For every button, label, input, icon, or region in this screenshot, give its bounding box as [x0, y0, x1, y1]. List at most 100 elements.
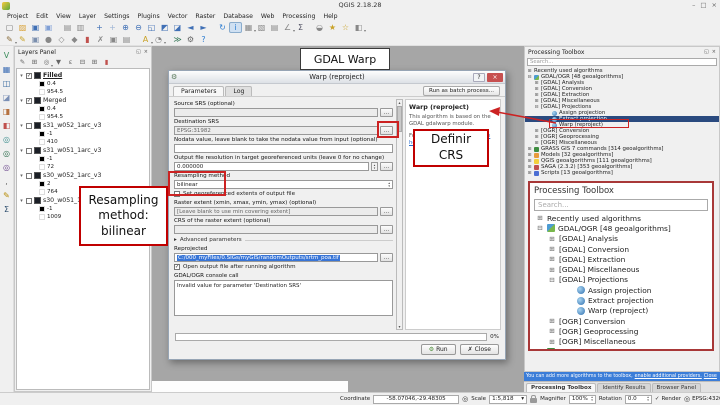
deselect-features-icon[interactable]: ▧ [255, 22, 268, 33]
resolution-browse-button[interactable]: ... [380, 162, 393, 171]
menu-item[interactable]: Edit [32, 13, 52, 20]
output-path-input[interactable]: C:/000_myFiles/0.SIGs/myGIS/randomOutput… [174, 253, 378, 262]
console-call-text[interactable]: Invalid value for parameter 'Destination… [174, 280, 393, 316]
processing-options-icon[interactable]: ⚙ [184, 34, 197, 45]
annotation-icon[interactable]: ◧ [352, 22, 365, 33]
add-wms-layer-icon[interactable]: ◎ [1, 134, 12, 145]
new-print-composer-icon[interactable]: ▤ [61, 22, 74, 33]
coordinate-input[interactable]: -58.07046,-29.48305 [373, 395, 459, 404]
resolution-spinner[interactable]: ▴▾ [371, 162, 378, 171]
expander-icon[interactable]: ▾ [19, 123, 24, 129]
zoom-in-icon[interactable]: ⊕ [119, 22, 132, 33]
open-project-icon[interactable]: ▨ [16, 22, 29, 33]
add-wcs-layer-icon[interactable]: ◎ [1, 148, 12, 159]
menu-item[interactable]: Help [319, 13, 341, 20]
tab-log[interactable]: Log [225, 86, 252, 96]
expander-icon[interactable]: ⊟ [527, 75, 532, 80]
panel-float-icon[interactable]: ◱ [136, 49, 141, 55]
panel-tab[interactable]: Browser Panel [652, 383, 702, 392]
destination-srs-input[interactable]: EPSG:31982 [174, 126, 378, 135]
add-spatialite-layer-icon[interactable]: ◪ [1, 92, 12, 103]
expander-icon[interactable]: ⊞ [527, 153, 532, 158]
panel-tab[interactable]: Identify Results [597, 383, 650, 392]
add-raster-layer-icon[interactable]: ▦ [1, 64, 12, 75]
nodata-input[interactable] [174, 144, 393, 153]
zoom-next-icon[interactable]: ► [197, 22, 210, 33]
statistical-summary-icon[interactable]: Σ [1, 204, 12, 215]
show-bookmarks-icon[interactable]: ☆ [339, 22, 352, 33]
layer-checkbox[interactable] [26, 173, 32, 179]
expander-icon[interactable]: ⊞ [527, 69, 532, 74]
node-tool-icon[interactable]: ◆ [68, 34, 81, 45]
enable-providers-link[interactable]: enable additional providers. [635, 374, 702, 379]
tab-parameters[interactable]: Parameters [173, 86, 224, 96]
identify-features-icon[interactable]: i [229, 22, 242, 33]
menu-item[interactable]: Plugins [134, 13, 164, 20]
crs-status-button[interactable]: ◎EPSG:4326 [684, 396, 720, 403]
menu-item[interactable]: View [52, 13, 75, 20]
add-group-icon[interactable]: ⊞ [29, 58, 40, 68]
scroll-up-icon[interactable]: ▴ [398, 100, 400, 105]
scale-lock-icon[interactable] [530, 398, 537, 403]
open-layer-styling-icon[interactable]: ✎ [17, 58, 28, 68]
minimize-icon[interactable]: – [692, 1, 695, 9]
layer-checkbox[interactable] [26, 198, 32, 204]
scroll-down-icon[interactable]: ▾ [398, 324, 400, 329]
labeling-icon[interactable]: A [139, 34, 152, 45]
expander-icon[interactable]: ⊞ [534, 141, 539, 146]
layer-checkbox[interactable] [26, 148, 32, 154]
add-oracle-layer-icon[interactable]: ◧ [1, 120, 12, 131]
scrollbar-thumb[interactable] [397, 106, 402, 132]
dialog-close-icon[interactable]: × [487, 73, 503, 82]
zoom-to-selection-icon[interactable]: ◩ [158, 22, 171, 33]
zoom-to-layer-icon[interactable]: ◪ [171, 22, 184, 33]
menu-item[interactable]: Layer [75, 13, 100, 20]
expander-icon[interactable]: ⊞ [527, 147, 532, 152]
select-features-icon[interactable]: ▦ [242, 22, 255, 33]
extents-checkbox[interactable] [174, 191, 180, 197]
expand-all-icon[interactable]: ⊟ [77, 58, 88, 68]
scale-combo[interactable]: 1:5,818▾ [489, 395, 527, 404]
run-as-batch-button[interactable]: Run as batch process... [423, 86, 500, 96]
save-project-as-icon[interactable]: ▣ [42, 22, 55, 33]
diagram-options-icon[interactable]: ◔ [152, 34, 165, 45]
expander-icon[interactable]: ▾ [19, 198, 24, 204]
extent-crs-browse-button[interactable]: ... [380, 225, 393, 234]
expander-icon[interactable]: ▾ [19, 73, 24, 79]
toolbox-search-input[interactable]: Search... [527, 58, 717, 66]
raster-extent-browse-button[interactable]: ... [380, 207, 393, 216]
paste-features-icon[interactable]: ▤ [120, 34, 133, 45]
menu-item[interactable]: Web [257, 13, 279, 20]
expander-icon[interactable]: ⊞ [534, 93, 539, 98]
expander-icon[interactable]: ⊞ [534, 129, 539, 134]
open-output-checkbox[interactable] [174, 264, 180, 270]
collapse-all-icon[interactable]: ⊞ [89, 58, 100, 68]
source-srs-input[interactable] [174, 108, 378, 117]
menu-item[interactable]: Settings [100, 13, 133, 20]
dialog-scrollbar[interactable]: ▴ ▾ [396, 99, 403, 330]
menu-item[interactable]: Vector [164, 13, 192, 20]
tree-item[interactable]: ⊞ Scripts [13 geoalgorithms] [525, 170, 719, 176]
statistical-summary-icon[interactable]: Σ [294, 22, 307, 33]
menu-item[interactable]: Raster [191, 13, 219, 20]
advanced-parameters-toggle[interactable]: ▸ Advanced parameters [174, 236, 393, 244]
run-button[interactable]: ⚙Run [421, 344, 456, 355]
expander-icon[interactable]: ▾ [19, 98, 24, 104]
remove-layer-icon[interactable]: ▮ [101, 58, 112, 68]
close-button[interactable]: ✗Close [460, 344, 499, 355]
panel-float-icon[interactable]: ◱ [704, 49, 709, 55]
delete-selected-icon[interactable]: ▮ [81, 34, 94, 45]
expander-icon[interactable]: ⊞ [527, 171, 532, 176]
raster-extent-input[interactable]: [Leave blank to use min covering extent] [174, 207, 378, 216]
manage-map-themes-icon[interactable]: ◎ [41, 58, 52, 68]
zoom-out-icon[interactable]: ⊖ [132, 22, 145, 33]
layer-checkbox[interactable] [26, 73, 32, 79]
menu-item[interactable]: Project [3, 13, 32, 20]
layer-item[interactable]: ▾ Filled 0.4 954.5 [17, 71, 149, 96]
toggle-editing-icon[interactable]: ✎ [16, 34, 29, 45]
cut-features-icon[interactable]: ✗ [94, 34, 107, 45]
python-console-icon[interactable]: ≫ [171, 34, 184, 45]
expander-icon[interactable]: ⊞ [527, 165, 532, 170]
add-postgis-layer-icon[interactable]: ◫ [1, 78, 12, 89]
open-attribute-table-icon[interactable]: ▤ [268, 22, 281, 33]
